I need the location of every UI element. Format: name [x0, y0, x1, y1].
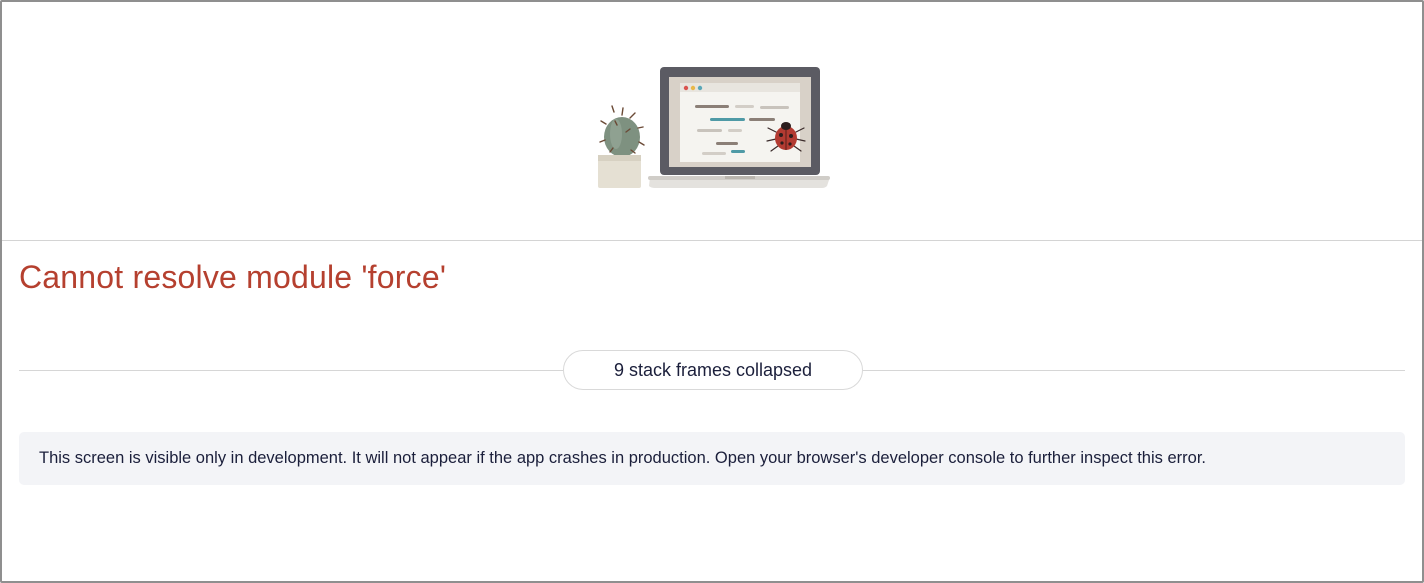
cactus-icon — [598, 105, 645, 188]
illustration-area — [2, 2, 1422, 240]
header-divider — [2, 240, 1422, 241]
development-notice: This screen is visible only in developme… — [19, 432, 1405, 485]
laptop-icon — [648, 67, 830, 188]
error-illustration — [598, 67, 830, 188]
error-overlay: Cannot resolve module 'force' 9 stack fr… — [0, 0, 1424, 583]
stack-frames-collapsed-button[interactable]: 9 stack frames collapsed — [563, 350, 863, 390]
error-title: Cannot resolve module 'force' — [19, 259, 447, 295]
stack-frames-row: 9 stack frames collapsed — [19, 350, 1405, 390]
